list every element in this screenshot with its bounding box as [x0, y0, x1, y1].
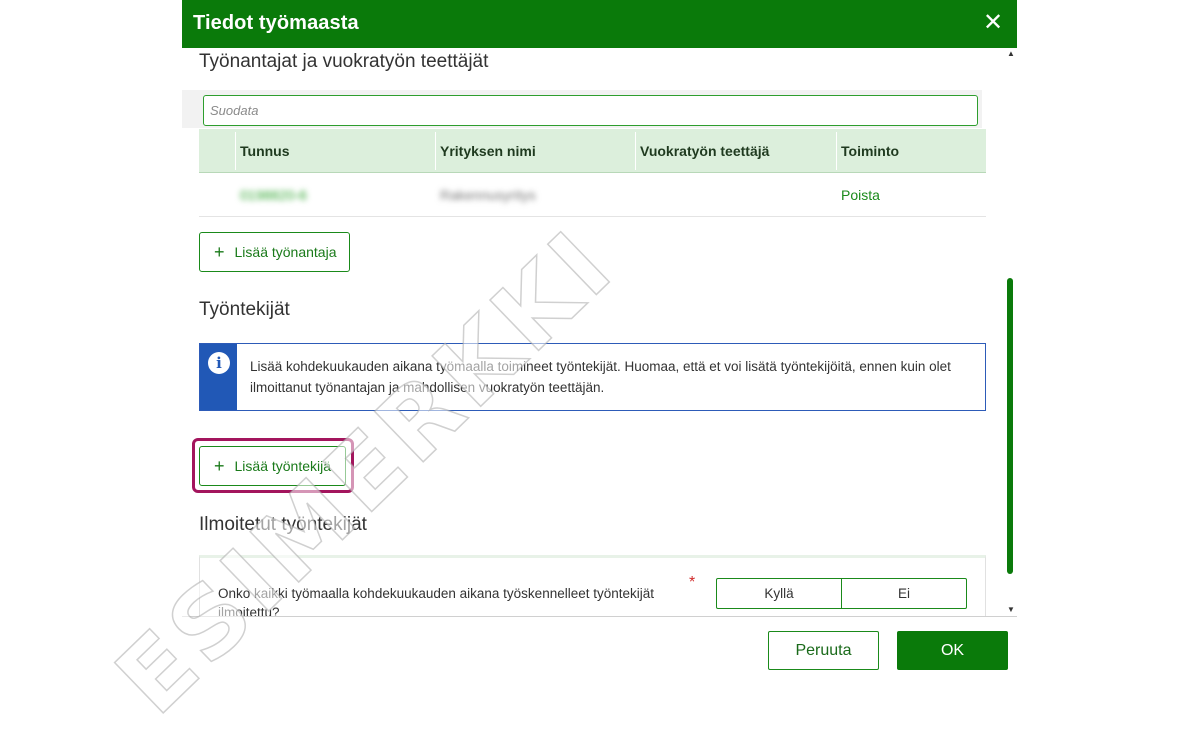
employer-id-cell: 0198820-6 [240, 187, 307, 203]
add-employer-button[interactable]: + Lisää työnantaja [199, 232, 350, 272]
filter-input[interactable] [203, 95, 978, 126]
employer-lessee-cell [635, 173, 835, 217]
column-header-action[interactable]: Toiminto [836, 129, 986, 173]
cancel-button[interactable]: Peruuta [768, 631, 879, 670]
dialog-content: Työnantajat ja vuokratyön teettäjät Tunn… [182, 48, 1017, 616]
dialog-title: Tiedot työmaasta [193, 12, 359, 34]
reported-workers-heading: Ilmoitetut työntekijät [199, 514, 367, 535]
option-yes-button[interactable]: Kyllä [716, 578, 842, 609]
employers-heading: Työnantajat ja vuokratyön teettäjät [199, 51, 489, 72]
table-row: 0198820-6 Rakennusyritys Poista [199, 173, 986, 217]
triangle-down-icon[interactable]: ▼ [1006, 604, 1016, 616]
column-header-id[interactable]: Tunnus [235, 129, 435, 173]
close-icon[interactable]: ✕ [981, 10, 1005, 36]
site-details-dialog: Tiedot työmaasta ✕ Työnantajat ja vuokra… [182, 0, 1017, 675]
reported-workers-card: Onko kaikki työmaalla kohdekuukauden aik… [199, 555, 986, 616]
add-worker-button[interactable]: + Lisää työntekijä [199, 446, 346, 486]
column-header-company-name[interactable]: Yrityksen nimi [435, 129, 635, 173]
option-no-button[interactable]: Ei [841, 578, 967, 609]
plus-icon: + [214, 456, 225, 476]
triangle-up-icon[interactable]: ▲ [1006, 48, 1016, 60]
required-marker: * [689, 574, 696, 591]
dialog-footer: Peruuta OK [182, 616, 1017, 675]
ok-button[interactable]: OK [897, 631, 1008, 670]
info-stripe: i [200, 344, 237, 410]
remove-employer-link[interactable]: Poista [836, 173, 986, 217]
plus-icon: + [214, 242, 225, 262]
info-icon: i [208, 352, 230, 374]
info-notice: i Lisää kohdekuukauden aikana työmaalla … [199, 343, 986, 411]
employer-name-cell: Rakennusyritys [440, 187, 536, 203]
workers-heading: Työntekijät [199, 299, 290, 320]
add-worker-label: Lisää työntekijä [234, 458, 332, 474]
dialog-header: Tiedot työmaasta ✕ [182, 0, 1017, 48]
info-text: Lisää kohdekuukauden aikana työmaalla to… [250, 359, 951, 395]
scrollbar-thumb[interactable] [1007, 278, 1013, 574]
add-employer-label: Lisää työnantaja [234, 244, 337, 260]
column-header-lessee[interactable]: Vuokratyön teettäjä [635, 129, 835, 173]
all-reported-question: Onko kaikki työmaalla kohdekuukauden aik… [218, 586, 655, 616]
employers-table-header: Tunnus Yrityksen nimi Vuokratyön teettäj… [199, 129, 986, 173]
